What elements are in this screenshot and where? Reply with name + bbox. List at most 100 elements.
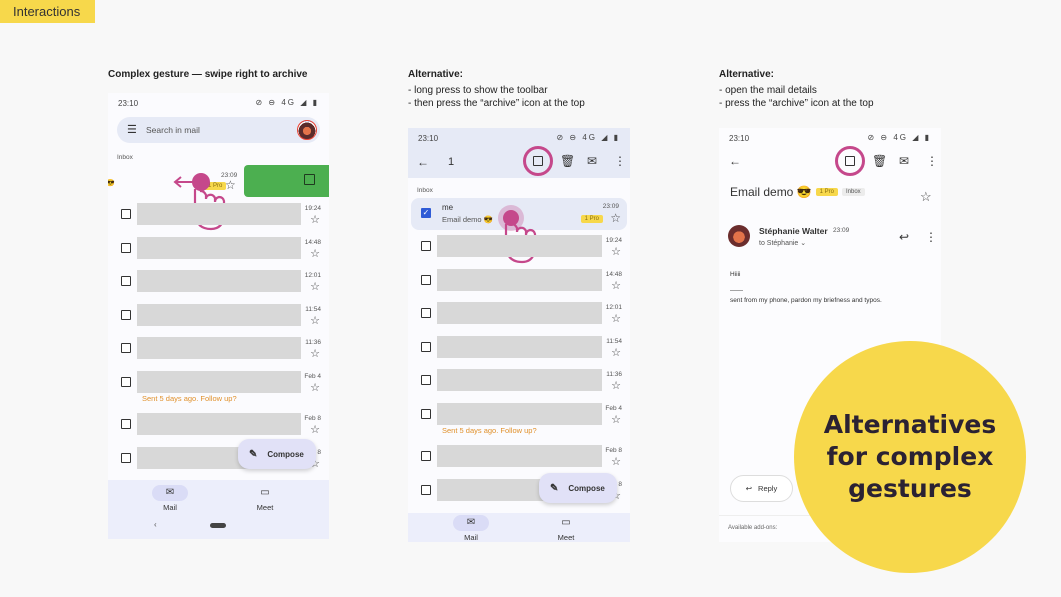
email-row[interactable]: Feb 8 ☆ (408, 442, 630, 472)
compose-button[interactable]: ✎ Compose (238, 439, 316, 469)
email-row[interactable]: 19:24 ☆ (108, 200, 329, 230)
row-checkbox[interactable] (121, 419, 131, 429)
star-icon[interactable]: ☆ (310, 215, 320, 226)
row-checkbox[interactable] (421, 308, 431, 318)
row-checkbox[interactable] (121, 452, 131, 463)
row-checkbox[interactable] (421, 484, 431, 495)
nav-mail[interactable]: ✉ Mail (441, 515, 501, 542)
nav-meet-label: Meet (256, 503, 274, 512)
email-row[interactable]: Feb 4 ☆ (408, 400, 630, 430)
star-icon[interactable]: ☆ (310, 349, 320, 360)
star-icon[interactable]: ☆ (310, 315, 320, 327)
email-time: 12:01 (304, 272, 321, 279)
recipient-toggle[interactable]: to Stéphanie ⌄ (759, 239, 806, 247)
back-arrow-icon[interactable]: ← (417, 156, 429, 168)
mail-icon: ✉ (152, 485, 188, 501)
back-arrow-icon[interactable]: ← (729, 155, 741, 167)
email-subject: Email demo 😎 (442, 215, 494, 224)
delete-icon[interactable]: 🗑 (560, 155, 575, 167)
available-addons-label: Available add-ons: (728, 525, 778, 531)
reply-icon[interactable]: ↩ (899, 231, 909, 243)
row-checkbox[interactable] (421, 408, 431, 419)
email-row[interactable]: 11:54 ☆ (108, 301, 329, 331)
email-time: 14:48 (605, 270, 622, 278)
star-icon[interactable]: ☆ (611, 347, 621, 359)
star-icon[interactable]: ☆ (611, 247, 621, 258)
star-icon[interactable]: ☆ (611, 314, 621, 325)
reply-label: Reply (758, 484, 778, 493)
panel3-caption-line: - press the “archive” icon at the top (719, 98, 874, 109)
email-row[interactable]: 11:36 ☆ (108, 334, 329, 364)
row-checkbox[interactable] (421, 274, 431, 285)
row-checkbox[interactable] (421, 375, 431, 385)
nav-mail-label: Mail (163, 503, 177, 512)
row-checkbox[interactable] (121, 242, 131, 253)
redacted-email-content (137, 270, 301, 292)
email-time: Feb 8 (605, 447, 622, 454)
email-time: 19:24 (605, 237, 622, 244)
row-checkbox[interactable] (121, 309, 131, 320)
row-checkbox[interactable] (121, 209, 131, 219)
email-row[interactable]: Feb 4 ☆ (108, 368, 329, 398)
row-checkbox[interactable] (421, 451, 431, 461)
followup-nudge[interactable]: Sent 5 days ago. Follow up? (142, 394, 237, 403)
status-icons: ⊘ ⊖ 4G ◢ ▮ (556, 133, 620, 142)
system-back-button[interactable]: ‹ (154, 520, 157, 529)
email-row[interactable]: 12:01 ☆ (108, 267, 329, 297)
row-checkbox[interactable] (121, 276, 131, 286)
search-bar[interactable]: ☰ Search in mail (117, 117, 320, 143)
nav-meet[interactable]: ▭ Meet (235, 485, 295, 512)
star-icon[interactable]: ☆ (310, 248, 320, 260)
row-checkbox[interactable] (121, 343, 131, 353)
selected-count: 1 (448, 156, 455, 168)
star-icon[interactable]: ☆ (611, 457, 621, 468)
followup-nudge[interactable]: Sent 5 days ago. Follow up? (442, 426, 537, 435)
star-icon[interactable]: ☆ (920, 189, 932, 205)
callout-circle: Alternatives for complex gestures (794, 341, 1026, 573)
email-time: Feb 8 (304, 415, 321, 422)
compose-label: Compose (267, 449, 304, 459)
panel2-caption-line: - long press to show the toolbar (408, 85, 548, 96)
delete-icon[interactable]: 🗑 (872, 155, 887, 167)
star-icon[interactable]: ☆ (611, 414, 621, 426)
email-row[interactable]: 19:24 ☆ (408, 232, 630, 262)
email-row[interactable]: 12:01 ☆ (408, 299, 630, 329)
nav-meet[interactable]: ▭ Meet (536, 515, 596, 542)
status-icons: ⊘ ⊖ 4G ◢ ▮ (867, 133, 931, 142)
email-row[interactable]: 11:36 ☆ (408, 366, 630, 396)
row-checkbox[interactable] (421, 341, 431, 352)
star-icon[interactable]: ☆ (310, 382, 320, 394)
compose-button[interactable]: ✎ Compose (539, 473, 617, 503)
more-options-icon[interactable]: ⋮ (925, 231, 937, 243)
star-icon[interactable]: ☆ (310, 282, 320, 293)
email-row[interactable]: Feb 8 ☆ (108, 410, 329, 440)
star-icon[interactable]: ☆ (611, 280, 621, 292)
account-avatar[interactable] (297, 120, 317, 140)
star-icon[interactable]: ☆ (310, 425, 320, 436)
email-row[interactable]: 11:54 ☆ (408, 333, 630, 363)
nav-meet-label: Meet (557, 533, 575, 542)
email-time: 11:36 (305, 339, 321, 346)
reply-button[interactable]: ↩ Reply (730, 475, 793, 502)
mark-unread-icon[interactable]: ✉ (587, 155, 597, 167)
nav-mail[interactable]: ✉ Mail (140, 485, 200, 512)
email-row[interactable]: 14:48 ☆ (408, 266, 630, 296)
recipient: to Stéphanie (759, 240, 799, 247)
more-options-icon[interactable]: ⋮ (926, 155, 938, 167)
star-icon[interactable]: ☆ (610, 211, 621, 225)
more-options-icon[interactable]: ⋮ (614, 155, 626, 167)
email-row[interactable]: 14:48 ☆ (108, 234, 329, 264)
status-icons: ⊘ ⊖ 4G ◢ ▮ (255, 98, 319, 107)
mark-unread-icon[interactable]: ✉ (899, 155, 909, 167)
checked-checkbox[interactable]: ✓ (421, 208, 431, 218)
star-icon[interactable]: ☆ (611, 381, 621, 392)
menu-icon[interactable]: ☰ (127, 123, 137, 136)
row-checkbox[interactable] (421, 241, 431, 251)
email-subject: Email demo 😎 (730, 185, 812, 199)
archive-highlight-ring (835, 146, 865, 176)
search-input[interactable]: Search in mail (146, 125, 200, 135)
email-time: 11:54 (606, 337, 622, 345)
row-checkbox[interactable] (121, 376, 131, 387)
system-home-handle[interactable] (210, 523, 226, 528)
status-bar: 23:10 ⊘ ⊖ 4G ◢ ▮ (719, 128, 941, 148)
